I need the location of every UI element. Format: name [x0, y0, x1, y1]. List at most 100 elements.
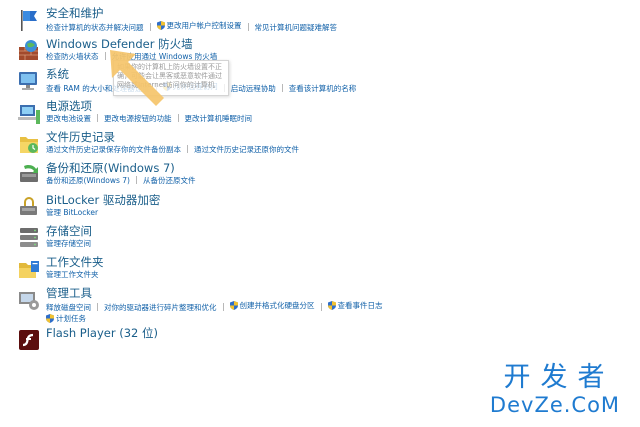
task-link[interactable]: 查看该计算机的名称 [289, 83, 357, 94]
work-folders-icon[interactable] [16, 256, 42, 282]
category-title[interactable]: 备份和还原(Windows 7) [46, 161, 616, 175]
link-separator [187, 145, 188, 153]
task-link-label: 管理存储空间 [46, 239, 91, 248]
link-separator [281, 84, 283, 92]
task-link-label: 查看事件日志 [337, 301, 383, 310]
task-link[interactable]: 更改用户帐户控制设置 [156, 20, 242, 31]
task-link-label: 更改电池设置 [46, 114, 91, 123]
task-link[interactable]: 创建并格式化硬盘分区 [229, 300, 315, 311]
category-links: 计划任务 [46, 313, 616, 326]
task-link-label: 通过文件历史记录保存你的文件备份副本 [46, 145, 181, 154]
category-body: 备份和还原(Windows 7) 备份和还原(Windows 7) 从备份还原文件 [46, 161, 616, 186]
category-links: 通过文件历史记录保存你的文件备份副本 通过文件历史记录还原你的文件 [46, 144, 616, 155]
watermark: 开发者 DevZe.CoM [480, 362, 630, 418]
link-separator [97, 303, 98, 311]
task-link-label: 查看该计算机的名称 [288, 84, 357, 93]
task-link-label: 管理工作文件夹 [46, 270, 99, 279]
task-link[interactable]: 从备份还原文件 [143, 175, 196, 186]
uac-shield-icon [46, 314, 54, 323]
backup-restore-icon[interactable] [16, 162, 42, 188]
category-body: 工作文件夹 管理工作文件夹 [46, 255, 616, 280]
flag-icon[interactable] [16, 7, 42, 33]
category-storage-spaces: 存储空间 管理存储空间 [16, 224, 616, 255]
watermark-line2: DevZe.CoM [489, 393, 621, 417]
category-body: 安全和维护检查计算机的状态并解决问题 更改用户帐户控制设置 常见计算机问题疑难解答 [46, 6, 616, 33]
task-link[interactable]: 通过文件历史记录还原你的文件 [194, 144, 299, 155]
task-link[interactable]: 管理存储空间 [46, 238, 91, 249]
category-flag: 安全和维护检查计算机的状态并解决问题 更改用户帐户控制设置 常见计算机问题疑难解答 [16, 6, 616, 37]
task-link[interactable]: 检查防火墙状态 [46, 51, 99, 62]
category-body: BitLocker 驱动器加密 管理 BitLocker [46, 193, 616, 218]
task-link-label: 检查防火墙状态 [46, 52, 99, 61]
category-links: 释放磁盘空间 对你的驱动器进行碎片整理和优化 创建并格式化硬盘分区 查看事件日志 [46, 300, 616, 313]
task-link-label: 通过文件历史记录还原你的文件 [194, 145, 299, 154]
task-link-label: 常见计算机问题疑难解答 [254, 23, 338, 32]
category-title[interactable]: 工作文件夹 [46, 255, 616, 269]
task-link[interactable]: 更改电池设置 [46, 113, 91, 124]
task-link-label: 从备份还原文件 [143, 176, 196, 185]
task-link-label: 管理 BitLocker [46, 208, 99, 217]
task-link[interactable]: 备份和还原(Windows 7) [46, 175, 130, 186]
task-link-label: 备份和还原(Windows 7) [46, 176, 130, 185]
link-separator [177, 114, 179, 122]
category-title[interactable]: 存储空间 [46, 224, 616, 238]
task-link[interactable]: 查看事件日志 [327, 300, 383, 311]
category-title[interactable]: BitLocker 驱动器加密 [46, 193, 616, 207]
link-separator [149, 23, 151, 31]
file-history-icon[interactable] [16, 131, 42, 157]
category-work-folders: 工作文件夹 管理工作文件夹 [16, 255, 616, 286]
category-flash-player: Flash Player (32 位) [16, 326, 616, 350]
task-link[interactable]: 通过文件历史记录保存你的文件备份副本 [46, 144, 181, 155]
task-link-label: 更改电源按钮的功能 [104, 114, 172, 123]
task-link-label: 计划任务 [56, 314, 86, 323]
task-link[interactable]: 检查计算机的状态并解决问题 [46, 22, 144, 33]
admin-tools-icon[interactable] [16, 287, 42, 313]
link-separator [222, 303, 224, 311]
firewall-icon[interactable] [16, 38, 42, 64]
task-link-label: 更改计算机睡眠时间 [184, 114, 253, 123]
uac-shield-icon [229, 301, 238, 310]
category-file-history: 文件历史记录 通过文件历史记录保存你的文件备份副本 通过文件历史记录还原你的文件 [16, 130, 616, 161]
task-link[interactable]: 释放磁盘空间 [46, 302, 91, 313]
storage-spaces-icon[interactable] [16, 225, 42, 251]
category-body: Flash Player (32 位) [46, 326, 616, 340]
bitlocker-icon[interactable] [16, 194, 42, 220]
link-separator [247, 23, 249, 31]
category-body: 文件历史记录 通过文件历史记录保存你的文件备份副本 通过文件历史记录还原你的文件 [46, 130, 616, 155]
category-title[interactable]: 安全和维护 [46, 6, 616, 20]
link-separator [320, 303, 322, 311]
task-link[interactable]: 常见计算机问题疑难解答 [255, 22, 338, 33]
category-admin-tools: 管理工具释放磁盘空间 对你的驱动器进行碎片整理和优化 创建并格式化硬盘分区 查看事件日… [16, 286, 616, 326]
task-link[interactable]: 管理 BitLocker [46, 207, 98, 218]
uac-shield-icon [156, 21, 165, 30]
category-links: 管理工作文件夹 [46, 269, 616, 280]
task-link-label: 释放磁盘空间 [46, 303, 91, 312]
category-bitlocker: BitLocker 驱动器加密 管理 BitLocker [16, 193, 616, 224]
task-link-label: 检查计算机的状态并解决问题 [46, 23, 144, 32]
link-separator [136, 176, 137, 184]
task-link[interactable]: 计划任务 [46, 313, 86, 324]
category-body: 存储空间 管理存储空间 [46, 224, 616, 249]
category-title[interactable]: Flash Player (32 位) [46, 326, 616, 340]
category-title[interactable]: 管理工具 [46, 286, 616, 300]
category-title[interactable]: 文件历史记录 [46, 130, 616, 144]
category-links: 备份和还原(Windows 7) 从备份还原文件 [46, 175, 616, 186]
category-body: 管理工具释放磁盘空间 对你的驱动器进行碎片整理和优化 创建并格式化硬盘分区 查看事件日… [46, 286, 616, 326]
category-backup-restore: 备份和还原(Windows 7) 备份和还原(Windows 7) 从备份还原文件 [16, 161, 616, 193]
task-link-label: 对你的驱动器进行碎片整理和优化 [104, 303, 217, 312]
task-link[interactable]: 管理工作文件夹 [46, 269, 99, 280]
pointer-arrow-icon [110, 50, 164, 106]
flash-player-icon[interactable] [16, 327, 42, 353]
task-link-label: 启动远程协助 [230, 84, 276, 93]
category-links: 检查计算机的状态并解决问题 更改用户帐户控制设置 常见计算机问题疑难解答 [46, 20, 616, 33]
power-options-icon[interactable] [16, 100, 42, 126]
link-separator [97, 114, 98, 122]
task-link[interactable]: 启动远程协助 [231, 83, 276, 94]
task-link[interactable]: 对你的驱动器进行碎片整理和优化 [104, 302, 217, 313]
system-computer-icon[interactable] [16, 68, 42, 94]
watermark-line1: 开发者 [503, 362, 615, 393]
task-link[interactable]: 更改电源按钮的功能 [104, 113, 172, 124]
task-link[interactable]: 更改计算机睡眠时间 [185, 113, 253, 124]
task-link-label: 更改用户帐户控制设置 [166, 21, 242, 30]
task-link-label: 创建并格式化硬盘分区 [239, 301, 315, 310]
